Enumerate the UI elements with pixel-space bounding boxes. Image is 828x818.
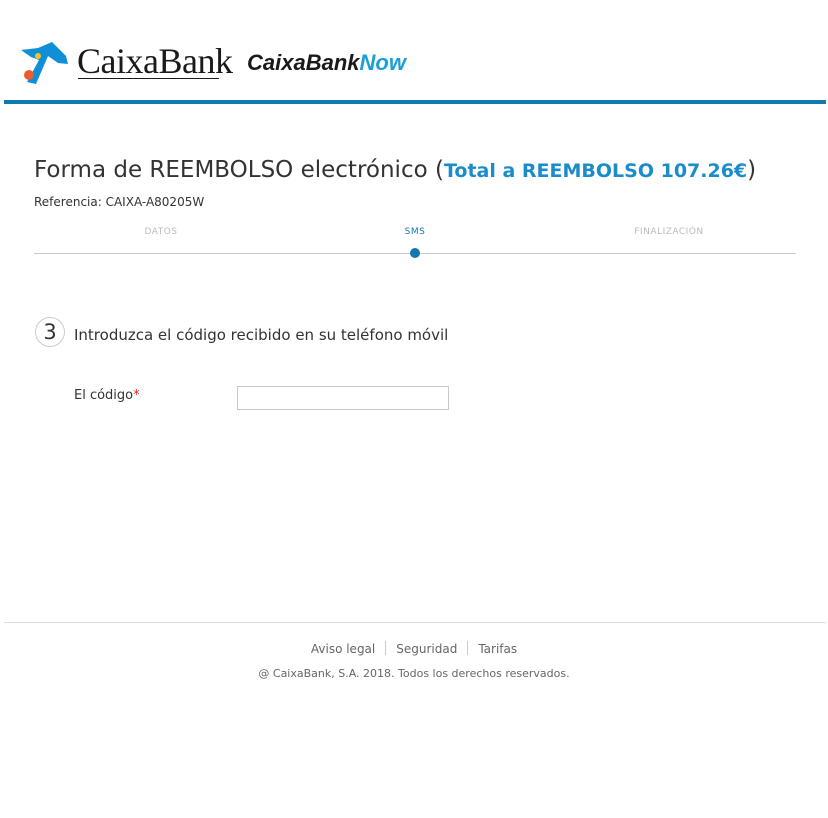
now-logo-part-a: CaixaBank [247, 50, 360, 75]
title-paren-close: ) [747, 157, 757, 183]
page-title: Forma de REEMBOLSO electrónico (Total a … [34, 155, 756, 186]
title-text: Forma de REEMBOLSO electrónico [34, 157, 428, 183]
header: CaixaBank CaixaBankNow [0, 0, 828, 105]
reference-text: Referencia: CAIXA-A80205W [34, 195, 205, 209]
code-label-text: El código [74, 388, 134, 403]
copyright-text: @ CaixaBank, S.A. 2018. Todos los derech… [258, 667, 570, 680]
header-divider [4, 100, 826, 104]
now-logo-part-b: Now [359, 50, 406, 75]
caixabank-now-logo[interactable]: CaixaBankNow [247, 50, 406, 76]
footer-link-tarifas[interactable]: Tarifas [468, 641, 527, 657]
section-title: Introduzca el código recibido en su telé… [74, 326, 449, 344]
code-input[interactable] [237, 386, 449, 410]
logo-underline [78, 78, 219, 79]
step-number-badge: 3 [35, 317, 65, 347]
footer-link-aviso-legal[interactable]: Aviso legal [301, 641, 385, 657]
active-step-dot [410, 248, 420, 258]
step-finalizacion: FINALIZACIÓN [634, 227, 704, 237]
progress-steps: DATOS SMS FINALIZACIÓN [34, 224, 796, 264]
step-sms: SMS [404, 227, 426, 237]
footer-link-seguridad[interactable]: Seguridad [386, 641, 467, 657]
code-label: El código* [74, 387, 140, 405]
required-asterisk: * [133, 388, 140, 403]
total-amount: Total a REEMBOLSO 107.26€ [443, 160, 748, 182]
caixabank-logo[interactable]: CaixaBank [77, 40, 233, 82]
caixabank-star-icon[interactable] [18, 42, 70, 84]
step-datos: DATOS [144, 227, 178, 237]
page: CaixaBank CaixaBankNow Forma de REEMBOLS… [0, 0, 828, 818]
footer-links: Aviso legal Seguridad Tarifas [0, 641, 828, 657]
title-paren-open: ( [427, 157, 444, 183]
footer-divider [4, 622, 826, 623]
